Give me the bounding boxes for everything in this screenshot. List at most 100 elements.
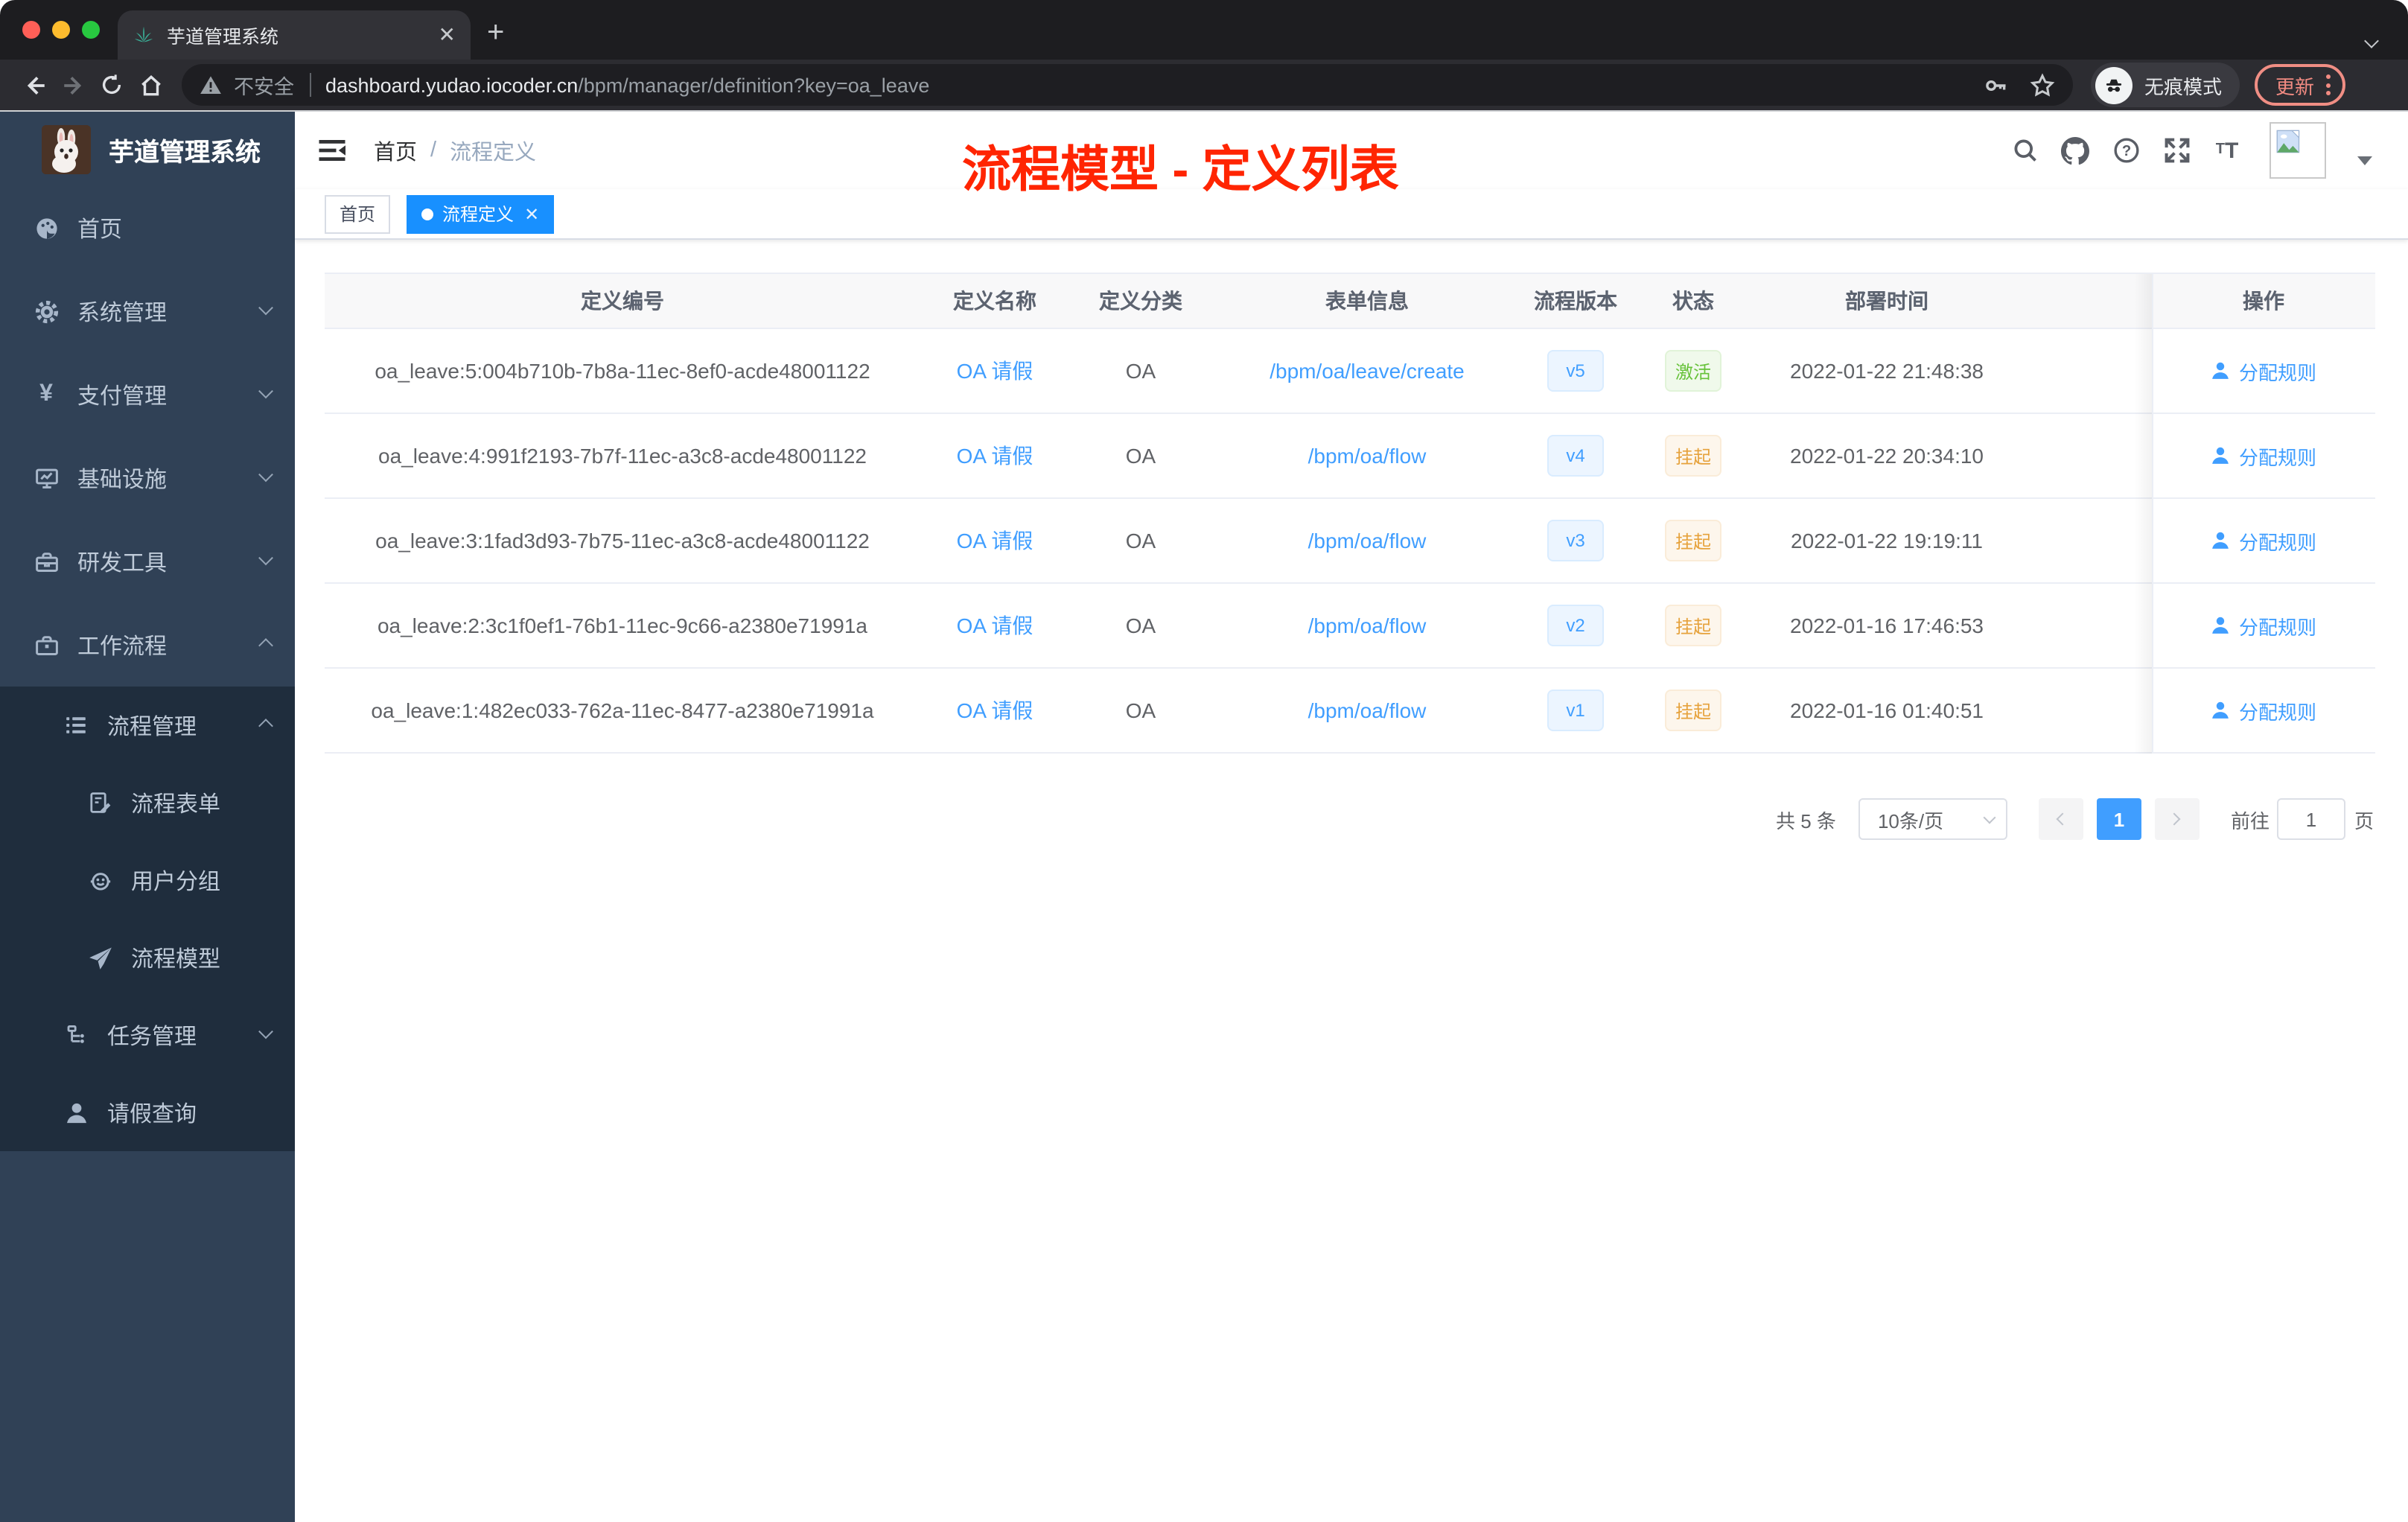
definition-name-link[interactable]: OA 请假: [957, 695, 1033, 725]
search-icon[interactable]: [2010, 136, 2039, 165]
definition-name-link[interactable]: OA 请假: [957, 526, 1033, 555]
home-button[interactable]: [131, 66, 170, 104]
page-content: 定义编号 定义名称 定义分类 表单信息 流程版本 状态 部署时间 操作 oa_l…: [295, 240, 2408, 840]
form-info-link[interactable]: /bpm/oa/flow: [1308, 698, 1427, 722]
chevron-down-icon: [258, 299, 273, 315]
font-size-icon[interactable]: TT: [2213, 136, 2241, 165]
app-title: 芋道管理系统: [109, 138, 261, 166]
cell-definition-id: oa_leave:1:482ec033-762a-11ec-8477-a2380…: [371, 698, 874, 722]
sidebar-item-user-group[interactable]: 用户分组: [0, 841, 295, 919]
back-button[interactable]: [15, 66, 54, 104]
window-zoom-button[interactable]: [82, 21, 100, 39]
not-secure-warning-icon: [200, 76, 221, 94]
incognito-icon: [2095, 66, 2133, 104]
browser-chrome: 芋道管理系统 ✕ + 不安全 dashboard.yudao.iocoder.c…: [0, 0, 2408, 110]
user-icon: [2213, 701, 2229, 719]
version-badge: v3: [1547, 520, 1604, 561]
macos-window-controls[interactable]: [22, 21, 100, 39]
pagination: 共 5 条 10条/页 1 前往 1 页: [325, 798, 2378, 840]
sidebar-item-process-model[interactable]: 流程模型: [0, 919, 295, 996]
page-size-select[interactable]: 10条/页: [1858, 798, 2007, 840]
sidebar: 芋道管理系统 首页 系统管理 ¥ 支付管理 基础设施 研发工具 工作流程 流程管…: [0, 112, 295, 1522]
cell-deploy-time: 2022-01-22 20:34:10: [1790, 444, 1984, 468]
sidebar-item-devtools[interactable]: 研发工具: [0, 520, 295, 603]
help-icon[interactable]: ?: [2112, 136, 2140, 165]
definition-name-link[interactable]: OA 请假: [957, 356, 1033, 386]
chevron-up-icon: [258, 718, 273, 733]
sidebar-item-leave-query[interactable]: 请假查询: [0, 1074, 295, 1151]
github-icon[interactable]: [2061, 136, 2089, 165]
page-unit-label: 页: [2354, 809, 2374, 832]
column-header-form: 表单信息: [1325, 289, 1409, 313]
sidebar-item-home[interactable]: 首页: [0, 186, 295, 270]
new-tab-button[interactable]: +: [487, 18, 504, 48]
tab-close-icon[interactable]: ✕: [439, 22, 456, 48]
sidebar-item-infrastructure[interactable]: 基础设施: [0, 436, 295, 520]
incognito-badge: 无痕模式: [2091, 63, 2240, 107]
status-badge: 挂起: [1664, 605, 1721, 646]
workflow-submenu: 流程管理 流程表单 用户分组 流程模型 任务管理 请假查询: [0, 687, 295, 1151]
form-info-link[interactable]: /bpm/oa/flow: [1308, 614, 1427, 637]
yen-icon: ¥: [39, 381, 53, 407]
assign-rule-button[interactable]: 分配规则: [2211, 357, 2316, 385]
sidebar-item-system[interactable]: 系统管理: [0, 270, 295, 353]
form-info-link[interactable]: /bpm/oa/flow: [1308, 529, 1427, 553]
incognito-label: 无痕模式: [2144, 75, 2223, 98]
sidebar-item-process-management[interactable]: 流程管理: [0, 687, 295, 764]
next-page-button[interactable]: [2154, 798, 2200, 840]
url-bar[interactable]: 不安全 dashboard.yudao.iocoder.cn/bpm/manag…: [182, 64, 2073, 106]
cell-definition-id: oa_leave:5:004b710b-7b8a-11ec-8ef0-acde4…: [375, 359, 870, 383]
paper-plane-icon: [83, 945, 116, 970]
browser-menu-icon[interactable]: [2326, 74, 2331, 95]
assign-rule-button[interactable]: 分配规则: [2211, 611, 2316, 640]
tabstrip-chevron-icon[interactable]: [2364, 27, 2381, 48]
table-row: oa_leave:4:991f2193-7b7f-11ec-a3c8-acde4…: [325, 414, 2375, 499]
assign-rule-button[interactable]: 分配规则: [2211, 442, 2316, 470]
goto-page-input[interactable]: 1: [2276, 798, 2345, 840]
column-header-status: 状态: [1672, 289, 1714, 313]
browser-update-button[interactable]: 更新: [2255, 64, 2346, 106]
form-info-link[interactable]: /bpm/oa/leave/create: [1270, 359, 1465, 383]
logo-rabbit-image: [42, 124, 91, 173]
assign-rule-button[interactable]: 分配规则: [2211, 526, 2316, 555]
cell-deploy-time: 2022-01-16 01:40:51: [1790, 698, 1984, 722]
form-icon: [83, 791, 116, 815]
tag-process-definition[interactable]: 流程定义 ✕: [407, 194, 555, 233]
sidebar-item-task-management[interactable]: 任务管理: [0, 996, 295, 1074]
sidebar-item-process-form[interactable]: 流程表单: [0, 764, 295, 841]
sidebar-item-workflow[interactable]: 工作流程: [0, 603, 295, 687]
bookmark-star-icon[interactable]: [2030, 72, 2055, 98]
cell-definition-id: oa_leave:3:1fad3d93-7b75-11ec-a3c8-acde4…: [375, 529, 870, 553]
fullscreen-icon[interactable]: [2162, 136, 2191, 165]
definition-name-link[interactable]: OA 请假: [957, 611, 1033, 640]
sidebar-collapse-icon[interactable]: [317, 136, 347, 165]
breadcrumb-home[interactable]: 首页: [374, 135, 417, 166]
window-close-button[interactable]: [22, 21, 40, 39]
chevron-up-icon: [258, 637, 273, 652]
sidebar-item-payment[interactable]: ¥ 支付管理: [0, 353, 295, 436]
forward-button[interactable]: [54, 66, 92, 104]
app-logo[interactable]: 芋道管理系统: [0, 112, 295, 186]
current-page-button[interactable]: 1: [2096, 798, 2141, 840]
chevron-down-icon: [258, 466, 273, 482]
tab-title: 芋道管理系统: [167, 27, 279, 48]
cell-deploy-time: 2022-01-22 19:19:11: [1791, 529, 1983, 553]
browser-tab[interactable]: 芋道管理系统 ✕: [118, 10, 471, 60]
assign-rule-button[interactable]: 分配规则: [2211, 696, 2316, 725]
definition-name-link[interactable]: OA 请假: [957, 441, 1033, 471]
password-key-icon[interactable]: [1984, 72, 2009, 98]
window-minimize-button[interactable]: [52, 21, 70, 39]
prev-page-button[interactable]: [2038, 798, 2083, 840]
tag-home[interactable]: 首页: [325, 194, 391, 233]
tag-close-icon[interactable]: ✕: [524, 196, 539, 232]
version-badge: v1: [1547, 690, 1604, 731]
avatar-caret-icon[interactable]: [2357, 156, 2372, 165]
person-icon: [60, 1100, 92, 1125]
site-favicon-plant-icon: [135, 26, 153, 42]
avatar[interactable]: [2270, 122, 2326, 179]
table-header: 定义编号 定义名称 定义分类 表单信息 流程版本 状态 部署时间 操作: [325, 274, 2375, 329]
form-info-link[interactable]: /bpm/oa/flow: [1308, 444, 1427, 468]
reload-button[interactable]: [92, 66, 131, 104]
url-text: dashboard.yudao.iocoder.cn/bpm/manager/d…: [325, 74, 930, 96]
cell-category: OA: [1125, 698, 1156, 722]
